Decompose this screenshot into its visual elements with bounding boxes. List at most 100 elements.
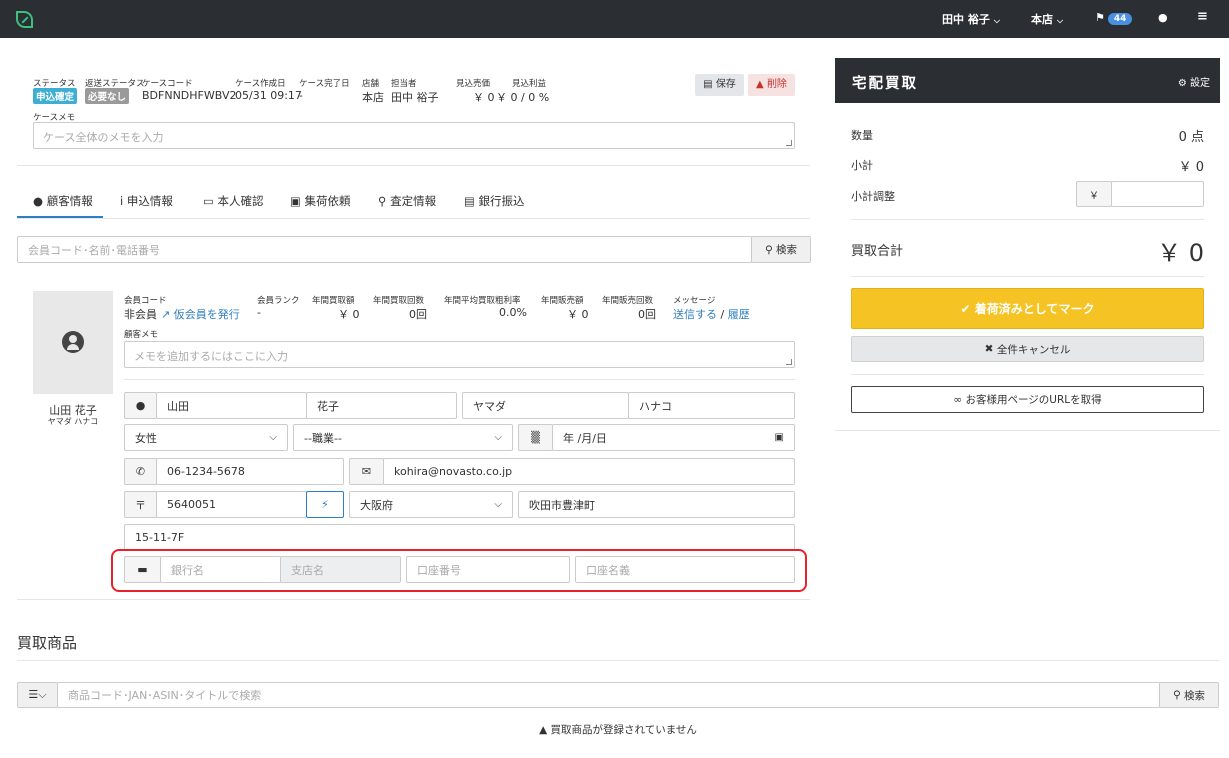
first-name-kana-input[interactable]: ハナコ: [628, 392, 795, 419]
leaf-logo-icon[interactable]: [16, 11, 33, 28]
search-icon: ⚲: [378, 194, 387, 208]
adjust-label: 小計調整: [851, 190, 895, 203]
rank-label: 会員ランク: [257, 296, 300, 306]
product-search-input[interactable]: 商品コード･JAN･ASIN･タイトルで検索: [57, 682, 1160, 708]
tab-bank-transfer[interactable]: ▤ 銀行振込: [464, 193, 525, 209]
annual-buy-count-value: 0回: [409, 308, 427, 321]
tab-customer[interactable]: ● 顧客情報: [33, 193, 93, 209]
prefecture-select[interactable]: 大阪府 ⌵: [349, 491, 513, 518]
close-icon: ✖: [984, 343, 994, 355]
created-value: 05/31 09:17: [235, 89, 302, 102]
yen-addon: ￥: [1076, 181, 1112, 207]
issue-temp-member-link[interactable]: ↗ 仮会員を発行: [161, 306, 240, 322]
birthday-input[interactable]: 年 /月/日 ▣: [552, 424, 795, 451]
qty-label: 数量: [851, 129, 873, 142]
tab-application[interactable]: i 申込情報: [120, 193, 173, 209]
expected-profit-label: 見込利益: [512, 79, 547, 89]
chevron-down-icon: ⌵: [1057, 16, 1064, 25]
customer-name-kana: ヤマダ ハナコ: [47, 417, 99, 426]
store-menu[interactable]: 本店 ⌵: [1031, 11, 1063, 27]
send-message-link[interactable]: 送信する: [673, 308, 717, 321]
zip-input[interactable]: 5640051: [156, 491, 307, 518]
tab-label: 本人確認: [217, 194, 264, 208]
tab-label: 顧客情報: [46, 194, 93, 208]
user-name: 田中 裕子: [942, 13, 990, 26]
get-customer-url-button[interactable]: ∞ お客様用ページのURLを取得: [851, 386, 1204, 413]
issue-link-label: 仮会員を発行: [173, 308, 240, 321]
zip-autofill-bolt-icon[interactable]: ⚡: [306, 491, 344, 518]
divider: [17, 660, 1219, 661]
chat-icon[interactable]: ●: [1158, 11, 1168, 24]
filter-sliders-icon[interactable]: ☰⌵: [17, 682, 58, 708]
check-icon: ✔: [960, 301, 971, 316]
email-input[interactable]: kohira@novasto.co.jp: [383, 458, 795, 485]
annual-margin-value: 0.0%: [499, 306, 527, 319]
gender-select[interactable]: 女性 ⌵: [124, 424, 288, 451]
tab-label: 申込情報: [126, 194, 173, 208]
user-menu[interactable]: 田中 裕子 ⌵: [942, 11, 1000, 27]
message-label: メッセージ: [673, 296, 716, 306]
customer-memo-placeholder: メモを追加するにはここに入力: [134, 350, 288, 363]
delete-button-label: 削除: [766, 79, 787, 90]
city-input[interactable]: 吹田市豊津町: [518, 491, 795, 518]
return-status-badge: 必要なし: [85, 88, 130, 104]
created-label: ケース作成日: [235, 79, 286, 89]
rank-value: -: [257, 306, 261, 319]
annual-sales-amount-value: ￥ 0: [567, 308, 589, 321]
case-memo-textarea[interactable]: ケース全体のメモを入力: [33, 122, 795, 149]
last-name-input[interactable]: 山田: [156, 392, 307, 419]
link-icon: ∞: [953, 393, 963, 406]
first-name-input[interactable]: 花子: [306, 392, 457, 419]
expected-sales-value: ￥ 0: [473, 91, 495, 104]
store-value: 本店: [362, 91, 384, 104]
job-select[interactable]: --職業-- ⌵: [293, 424, 513, 451]
member-search-button[interactable]: ⚲ 検索: [751, 236, 811, 263]
gender-value: 女性: [135, 431, 157, 445]
customer-memo-textarea[interactable]: メモを追加するにはここに入力: [124, 341, 795, 368]
customer-memo-label: 顧客メモ: [124, 330, 159, 340]
resize-handle[interactable]: [786, 359, 792, 365]
address-input[interactable]: 15-11-7F: [124, 524, 795, 551]
settings-link[interactable]: ⚙ 設定: [1178, 74, 1210, 89]
calendar-icon[interactable]: ▣: [775, 432, 784, 443]
notification-flag[interactable]: ⚑ 44: [1095, 11, 1133, 25]
tab-appraisal[interactable]: ⚲ 査定情報: [378, 193, 436, 209]
tab-identity[interactable]: ▭ 本人確認: [203, 193, 264, 209]
divider: [17, 165, 810, 166]
subtotal-label: 小計: [851, 159, 873, 172]
message-history-link[interactable]: 履歴: [728, 308, 750, 321]
annual-buy-count-label: 年間買取回数: [373, 296, 425, 306]
case-code-value: BDFNNDHFWBV2: [142, 89, 237, 102]
trash-icon: ▲: [756, 79, 764, 90]
store-name: 本店: [1031, 13, 1053, 26]
search-icon: ⚲: [764, 243, 773, 256]
completed-value: -: [299, 89, 303, 102]
search-button-label: 検索: [1184, 689, 1206, 702]
search-icon: ⚲: [1172, 689, 1181, 701]
member-search-input[interactable]: 会員コード･名前･電話番号: [17, 236, 752, 263]
mark-arrived-button[interactable]: ✔ 着荷済みとしてマーク: [851, 288, 1204, 329]
tab-pickup[interactable]: ▣ 集荷依頼: [290, 193, 351, 209]
settings-label: 設定: [1190, 78, 1210, 89]
expected-profit-value: ￥ 0 / 0 %: [496, 91, 550, 104]
products-title: 買取商品: [17, 634, 78, 652]
tab-label: 集荷依頼: [304, 194, 351, 208]
empty-message-text: 買取商品が登録されていません: [550, 724, 697, 736]
phone-input[interactable]: 06-1234-5678: [156, 458, 344, 485]
divider: [124, 379, 795, 380]
chevron-down-icon: ⌵: [494, 499, 502, 510]
save-button-label: 保存: [715, 79, 736, 90]
cancel-all-button[interactable]: ✖ 全件キャンセル: [851, 336, 1204, 362]
save-button[interactable]: ▤ 保存: [695, 74, 744, 96]
resize-handle[interactable]: [786, 140, 792, 146]
adjust-input[interactable]: [1111, 181, 1204, 207]
external-link-icon: ↗: [161, 308, 171, 321]
user-icon: ●: [33, 194, 44, 208]
hamburger-menu-icon[interactable]: ≡: [1197, 9, 1208, 24]
last-name-kana-input[interactable]: ヤマダ: [462, 392, 629, 419]
panel-bottom-divider: [835, 430, 1220, 431]
product-search-button[interactable]: ⚲ 検索: [1159, 682, 1219, 708]
chevron-down-icon: ⌵: [494, 432, 502, 443]
delete-button[interactable]: ▲ 削除: [748, 74, 795, 96]
top-navbar: 田中 裕子 ⌵ 本店 ⌵ ⚑ 44 ● ≡: [0, 0, 1229, 38]
